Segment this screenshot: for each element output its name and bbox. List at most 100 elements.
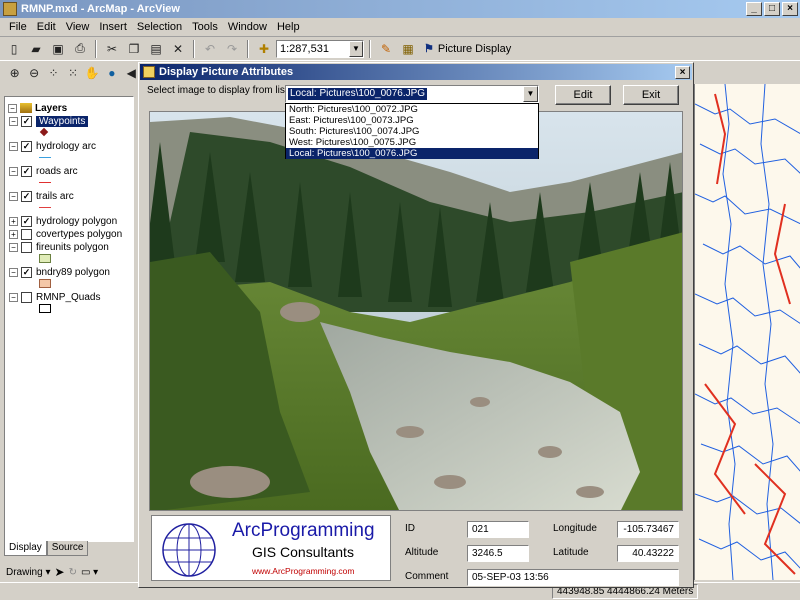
drawing-menu[interactable]: Drawing ▾ (6, 567, 51, 578)
cut-icon[interactable]: ✂ (102, 39, 122, 59)
chevron-down-icon[interactable]: ▼ (523, 86, 538, 102)
layer-visibility-checkbox[interactable] (21, 228, 32, 240)
collapse-icon[interactable]: − (9, 191, 18, 201)
id-field[interactable]: 021 (467, 521, 529, 538)
quads-fill-symbol (39, 304, 51, 313)
new-document-icon[interactable]: ▯ (4, 39, 24, 59)
edit-button[interactable]: Edit (555, 85, 611, 105)
toolbar-separator (369, 39, 371, 58)
select-elements-arrow-icon[interactable]: ➤ (55, 565, 65, 579)
logo-url[interactable]: www.ArcProgramming.com (252, 566, 355, 576)
picture-display-button[interactable]: ⚑ Picture Display (424, 42, 511, 56)
latitude-field[interactable]: 40.43222 (617, 545, 679, 562)
image-option[interactable]: East: Pictures\100_0073.JPG (286, 115, 538, 126)
toc-layer-covertypes-polygon[interactable]: + covertypes polygon (9, 227, 122, 241)
paste-icon[interactable]: ▤ (146, 39, 166, 59)
image-option-selected[interactable]: Local: Pictures\100_0076.JPG (286, 148, 538, 159)
toc-layer-bndry89-polygon[interactable]: − ✓ bndry89 polygon (9, 265, 110, 279)
layer-visibility-checkbox[interactable] (21, 241, 32, 253)
collapse-icon[interactable]: − (9, 166, 18, 176)
altitude-field[interactable]: 3246.5 (467, 545, 529, 562)
rotate-icon[interactable]: ↻ (69, 567, 77, 578)
open-folder-icon[interactable]: ▰ (26, 39, 46, 59)
arctoolbox-icon[interactable]: ▦ (398, 39, 418, 59)
toc-layer-rmnp-quads[interactable]: − RMNP_Quads (9, 290, 100, 304)
layer-visibility-checkbox[interactable]: ✓ (21, 165, 32, 177)
toc-root[interactable]: − Layers (8, 101, 67, 115)
toc-layer-trails-arc[interactable]: − ✓ trails arc (9, 189, 74, 203)
minimize-button[interactable]: _ (746, 2, 762, 16)
toc-layer-hydrology-arc[interactable]: − ✓ hydrology arc (9, 139, 96, 153)
exit-button[interactable]: Exit (623, 85, 679, 105)
collapse-icon[interactable]: − (9, 242, 18, 252)
layer-visibility-checkbox[interactable]: ✓ (21, 266, 32, 278)
toc-layer-roads-arc[interactable]: − ✓ roads arc (9, 164, 78, 178)
map-scale-select[interactable]: 1:287,531 ▼ (276, 39, 364, 58)
maximize-button[interactable]: □ (764, 2, 780, 16)
image-option[interactable]: North: Pictures\100_0072.JPG (286, 104, 538, 115)
drawing-toolbar: Drawing ▾ ➤ ↻ ▭ ▾ (0, 562, 140, 582)
save-icon[interactable]: ▣ (48, 39, 68, 59)
fixed-zoom-out-icon[interactable]: ⁙ (64, 63, 81, 83)
dialog-close-button[interactable]: × (675, 65, 690, 79)
redo-icon[interactable]: ↷ (222, 39, 242, 59)
menu-file[interactable]: File (4, 21, 32, 33)
menu-insert[interactable]: Insert (94, 21, 132, 33)
print-icon[interactable]: ⎙ (70, 39, 90, 59)
map-view[interactable] (694, 84, 800, 580)
collapse-icon[interactable]: − (9, 267, 18, 277)
copy-icon[interactable]: ❐ (124, 39, 144, 59)
menu-tools[interactable]: Tools (187, 21, 223, 33)
expand-icon[interactable]: + (9, 216, 18, 226)
layer-label: Waypoints (36, 115, 89, 127)
altitude-label: Altitude (405, 547, 439, 558)
full-extent-globe-icon[interactable]: ● (103, 63, 120, 83)
toc-layer-waypoints[interactable]: − ✓ Waypoints (9, 114, 89, 128)
menu-bar: File Edit View Insert Selection Tools Wi… (0, 18, 800, 37)
fixed-zoom-in-icon[interactable]: ⁘ (45, 63, 62, 83)
menu-view[interactable]: View (61, 21, 95, 33)
collapse-icon[interactable]: − (9, 292, 18, 302)
delete-icon[interactable]: ✕ (168, 39, 188, 59)
layer-label: hydrology polygon (36, 215, 118, 227)
chevron-down-icon[interactable]: ▼ (349, 40, 363, 57)
tab-source[interactable]: Source (46, 541, 89, 556)
menu-edit[interactable]: Edit (32, 21, 61, 33)
longitude-field[interactable]: -105.73467 (617, 521, 679, 538)
trails-line-symbol (39, 207, 51, 208)
layer-visibility-checkbox[interactable]: ✓ (21, 190, 32, 202)
image-select-dropdown[interactable]: Local: Pictures\100_0076.JPG ▼ (285, 85, 539, 103)
toc-layer-hydrology-polygon[interactable]: + ✓ hydrology polygon (9, 214, 117, 228)
image-option[interactable]: West: Pictures\100_0075.JPG (286, 137, 538, 148)
layer-visibility-checkbox[interactable]: ✓ (21, 215, 32, 227)
pan-hand-icon[interactable]: ✋ (84, 63, 101, 83)
collapse-icon[interactable]: − (9, 116, 18, 126)
image-option[interactable]: South: Pictures\100_0074.JPG (286, 126, 538, 137)
editor-toolbar-icon[interactable]: ✎ (376, 39, 396, 59)
zoom-out-icon[interactable]: ⊖ (25, 63, 42, 83)
zoom-in-icon[interactable]: ⊕ (6, 63, 23, 83)
add-data-icon[interactable]: ✚ (254, 39, 274, 59)
arcprogramming-logo-panel: ArcProgramming GIS Consultants www.ArcPr… (151, 515, 391, 581)
comment-field[interactable]: 05-SEP-03 13:56 (467, 569, 679, 586)
tab-display[interactable]: Display (4, 541, 47, 556)
layer-visibility-checkbox[interactable]: ✓ (21, 115, 32, 127)
comment-label: Comment (405, 571, 449, 582)
picture-display-icon: ⚑ (424, 43, 434, 55)
layer-label: fireunits polygon (36, 241, 109, 253)
expand-icon[interactable]: + (9, 229, 18, 239)
collapse-icon[interactable]: − (9, 141, 18, 151)
menu-selection[interactable]: Selection (132, 21, 187, 33)
bndry89-fill-symbol (39, 279, 51, 288)
standard-toolbar: ▯ ▰ ▣ ⎙ ✂ ❐ ▤ ✕ ↶ ↷ ✚ 1:287,531 ▼ ✎ ▦ ⚑ … (0, 37, 800, 61)
menu-window[interactable]: Window (223, 21, 272, 33)
menu-help[interactable]: Help (272, 21, 305, 33)
undo-icon[interactable]: ↶ (200, 39, 220, 59)
layer-label: RMNP_Quads (36, 291, 101, 303)
toc-layer-fireunits-polygon[interactable]: − fireunits polygon (9, 240, 109, 254)
layer-visibility-checkbox[interactable] (21, 291, 32, 303)
collapse-icon[interactable]: − (8, 103, 17, 113)
close-button[interactable]: × (782, 2, 798, 16)
rectangle-icon[interactable]: ▭ ▾ (81, 567, 98, 578)
layer-visibility-checkbox[interactable]: ✓ (21, 140, 32, 152)
